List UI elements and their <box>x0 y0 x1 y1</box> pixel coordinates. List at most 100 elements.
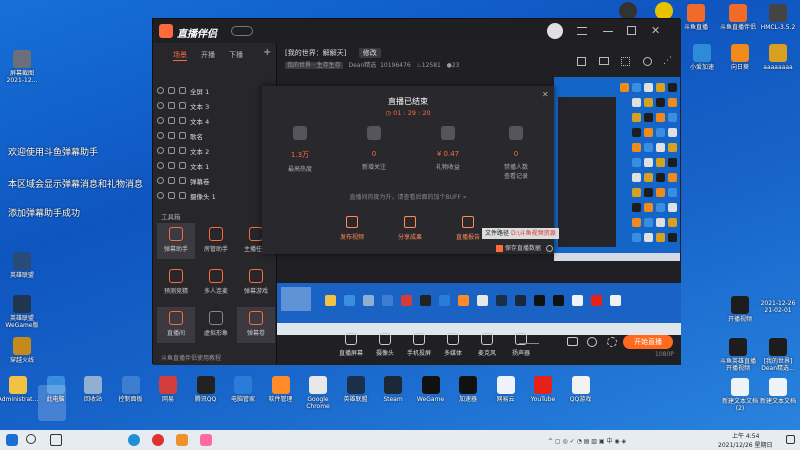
layer-item[interactable]: 文本 1 <box>157 158 273 173</box>
desktop-icon-txt[interactable]: 新建文本文档 <box>756 378 800 405</box>
notification-icon[interactable] <box>786 435 795 444</box>
record-icon[interactable] <box>567 337 578 346</box>
dialog-close-icon[interactable]: ✕ <box>542 90 549 99</box>
lock-icon[interactable] <box>168 177 175 184</box>
douyu-helper-taskbar-icon[interactable] <box>200 434 212 446</box>
source-button[interactable]: 直播屏幕 <box>333 333 369 357</box>
avatar[interactable] <box>547 23 563 39</box>
tray-icons[interactable]: ^ ▢ ◎ ✓ ◔ ▤ ▥ ▣ 中 ◉ ◈ <box>548 436 698 445</box>
add-scene-button[interactable]: + <box>263 47 271 58</box>
desktop-icon-douyu-helper[interactable]: 斗鱼直播伴侣 <box>716 4 760 31</box>
desktop-icon-screenshot[interactable]: 屏幕截图 2021-12... <box>0 50 44 84</box>
close-icon[interactable]: ✕ <box>651 24 660 37</box>
netease-icon[interactable] <box>152 434 164 446</box>
menu-icon[interactable] <box>577 27 587 35</box>
lock-icon[interactable] <box>168 117 175 124</box>
timer-icon[interactable] <box>587 337 597 347</box>
app-icon <box>121 376 140 394</box>
layer-type-icon <box>179 177 186 184</box>
lock-icon[interactable] <box>168 192 175 199</box>
tab-stop[interactable]: 下播 <box>229 50 243 60</box>
minimize-icon[interactable] <box>603 31 613 32</box>
preview-desktop-icon <box>656 98 665 107</box>
eye-icon[interactable] <box>157 117 164 124</box>
preview-desktop-icon <box>644 188 653 197</box>
clock-time[interactable]: 上午 4:54 <box>732 431 759 440</box>
tool-button[interactable]: 弹幕游戏 <box>237 265 275 301</box>
preview-app-icon <box>534 295 545 306</box>
tool-button[interactable]: 弹幕卷 <box>237 307 275 343</box>
lock-icon[interactable] <box>168 132 175 139</box>
eye-icon[interactable] <box>157 147 164 154</box>
layout-icon[interactable] <box>577 57 586 66</box>
taskview-icon[interactable] <box>50 434 62 446</box>
gear-icon[interactable] <box>607 337 617 347</box>
tool-button[interactable]: 多人连麦 <box>197 265 235 301</box>
start-live-button[interactable]: 开始直播 <box>623 335 673 349</box>
share-result-button[interactable]: 分享成果 <box>388 216 432 241</box>
volume-slider[interactable] <box>519 343 539 344</box>
desktop-icon-video-4[interactable]: [我的世界] Dean精选... <box>756 338 800 372</box>
edit-title-button[interactable]: 修改 <box>358 48 381 58</box>
stat-gifts: ¥ 0.47 礼物收益 <box>420 126 476 171</box>
source-button[interactable]: 麦克风 <box>469 333 505 357</box>
desktop-icon-aaaa[interactable]: aaaaaaaa <box>756 44 800 71</box>
desktop-icon-hmcl[interactable]: HMCL-3.5.2 <box>756 4 800 31</box>
desktop-icon-lol-wegame[interactable]: 英雄联盟 WeGame版 <box>0 295 44 329</box>
layer-item[interactable]: 弹幕卷 <box>157 173 273 188</box>
tool-button[interactable]: 预测竞猜 <box>157 265 195 301</box>
tab-start[interactable]: 开播 <box>201 50 215 60</box>
tool-button[interactable]: 房管助手 <box>197 223 235 259</box>
monitor-icon[interactable] <box>599 57 609 65</box>
source-button[interactable]: 扬声器 <box>503 333 539 357</box>
windows-start-icon[interactable] <box>6 434 18 446</box>
save-data-checkbox-row[interactable]: 保存直播数据 <box>496 243 553 252</box>
tool-button[interactable]: 弹幕助手 <box>157 223 195 259</box>
source-button[interactable]: 手机投屏 <box>401 333 437 357</box>
lock-icon[interactable] <box>168 162 175 169</box>
layer-item[interactable]: 文本 3 <box>157 98 273 113</box>
help-icon[interactable] <box>545 245 553 252</box>
resolution-label[interactable]: 1080P <box>655 351 674 358</box>
footer-note[interactable]: 斗鱼直播伴侣使用教程 <box>161 353 221 362</box>
grid-icon[interactable] <box>621 57 630 66</box>
eye-icon[interactable] <box>157 102 164 109</box>
settings-icon[interactable] <box>643 57 652 66</box>
maximize-icon[interactable] <box>627 26 636 35</box>
desktop-icon-video-2[interactable]: 2021-12-26 21-02-01 <box>756 300 800 314</box>
source-button[interactable]: 摄像头 <box>367 333 403 357</box>
publish-video-button[interactable]: 发布视频 <box>330 216 374 241</box>
douyu-taskbar-icon[interactable] <box>176 434 188 446</box>
lock-icon[interactable] <box>168 87 175 94</box>
eye-icon[interactable] <box>157 162 164 169</box>
source-button[interactable]: 多媒体 <box>435 333 471 357</box>
layer-item[interactable]: 全屏 1 <box>157 83 273 98</box>
save-data-checkbox[interactable] <box>496 245 503 252</box>
desktop-icon[interactable]: QQ游戏 <box>559 376 603 403</box>
layer-item[interactable]: 文本 2 <box>157 143 273 158</box>
preview-desktop-icon <box>668 143 677 152</box>
boost-hint[interactable]: 直播间热度为升，请查看后面的加个BUFF » <box>262 192 554 201</box>
save-path-value[interactable]: D:\斗鱼视频资源 <box>511 230 556 237</box>
desktop-icon-lol[interactable]: 英雄联盟 <box>0 252 44 279</box>
eye-icon[interactable] <box>157 177 164 184</box>
layer-item[interactable]: 歌名 <box>157 128 273 143</box>
desktop-icon-video-3[interactable]: 斗鱼英雄直播 开播视频 <box>716 338 760 372</box>
lock-icon[interactable] <box>168 147 175 154</box>
edge-icon[interactable] <box>128 434 140 446</box>
eye-icon[interactable] <box>157 192 164 199</box>
source-icon <box>345 333 357 345</box>
layer-item[interactable]: 文本 4 <box>157 113 273 128</box>
lock-icon[interactable] <box>168 102 175 109</box>
tool-button[interactable]: 虚拟形象 <box>197 307 235 343</box>
tool-button[interactable]: 直播间 <box>157 307 195 343</box>
layer-item[interactable]: 摄像头 1 <box>157 188 273 203</box>
share-icon[interactable]: ⋰ <box>663 56 672 66</box>
clock-date[interactable]: 2021/12/26 星期日 <box>718 440 773 449</box>
search-icon[interactable] <box>26 434 36 444</box>
lol-wegame-icon <box>13 295 31 313</box>
eye-icon[interactable] <box>157 132 164 139</box>
desktop-icon-cf[interactable]: 穿越火线 <box>0 337 44 364</box>
eye-icon[interactable] <box>157 87 164 94</box>
tab-scene[interactable]: 场景 <box>173 50 187 61</box>
